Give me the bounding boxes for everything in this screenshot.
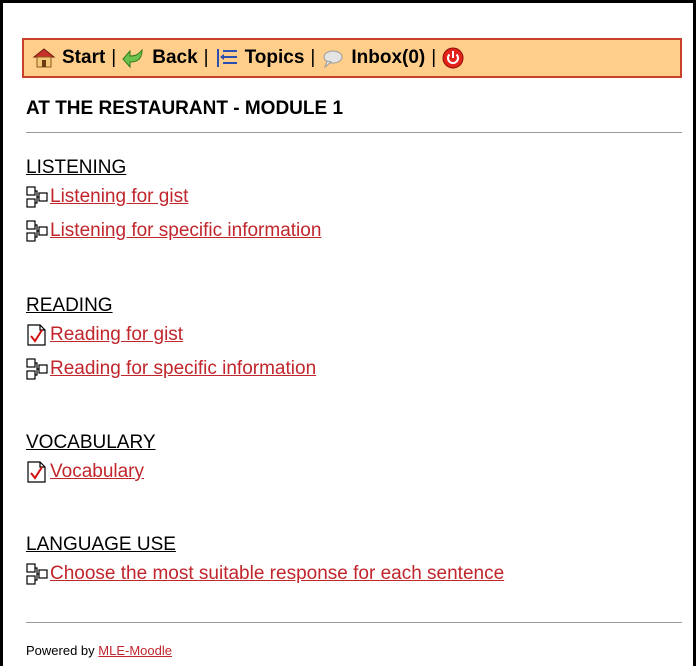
section-heading: READING — [26, 295, 113, 316]
nav-separator: | — [111, 47, 117, 68]
activity-link-reading-gist[interactable]: Reading for gist — [50, 324, 183, 346]
hierarchy-icon — [26, 220, 48, 242]
logout-button[interactable] — [442, 47, 470, 69]
list-item: Reading for specific information — [26, 352, 316, 386]
section-vocabulary: VOCABULARY Vocabulary — [26, 431, 156, 489]
activity-link-listening-gist[interactable]: Listening for gist — [50, 186, 188, 208]
message-bubble-icon — [323, 50, 343, 69]
topics-label: Topics — [244, 47, 305, 68]
divider — [26, 132, 682, 133]
home-icon — [32, 48, 56, 68]
inbox-label: Inbox(0) — [351, 47, 426, 68]
section-heading: LANGUAGE USE — [26, 534, 176, 555]
section-reading: READING Reading for gist Reading for spe… — [26, 294, 316, 386]
hierarchy-icon — [26, 186, 48, 208]
divider — [26, 622, 682, 623]
topics-list-icon — [216, 49, 237, 67]
list-item: Choose the most suitable response for ea… — [26, 557, 504, 591]
page-title: AT THE RESTAURANT - MODULE 1 — [26, 98, 344, 119]
back-link[interactable]: Back — [122, 47, 198, 69]
activity-link-reading-specific[interactable]: Reading for specific information — [50, 358, 316, 380]
nav-separator: | — [431, 47, 437, 68]
back-label: Back — [152, 47, 198, 68]
section-language-use: LANGUAGE USE Choose the most suitable re… — [26, 533, 504, 591]
list-item: Listening for specific information — [26, 214, 321, 248]
activity-link-listening-specific[interactable]: Listening for specific information — [50, 220, 321, 242]
start-link[interactable]: Start — [32, 47, 105, 69]
list-item: Listening for gist — [26, 180, 321, 214]
list-item: Vocabulary — [26, 455, 156, 489]
section-heading: VOCABULARY — [26, 432, 156, 453]
activity-link-vocabulary[interactable]: Vocabulary — [50, 461, 144, 483]
power-icon — [442, 47, 464, 69]
footer: Powered by MLE-Moodle — [26, 643, 172, 658]
inbox-link[interactable]: Inbox(0) — [321, 47, 425, 69]
powered-by-text: Powered by — [26, 643, 95, 658]
mle-moodle-link[interactable]: MLE-Moodle — [98, 643, 172, 658]
topics-link[interactable]: Topics — [215, 47, 305, 69]
checked-document-icon — [27, 461, 46, 483]
hierarchy-icon — [26, 358, 48, 380]
section-heading: LISTENING — [26, 157, 127, 178]
back-arrow-icon — [122, 48, 143, 69]
list-item: Reading for gist — [26, 318, 316, 352]
nav-separator: | — [310, 47, 316, 68]
top-navbar: Start | Back | Topics | Inbox(0) | — [22, 38, 682, 78]
hierarchy-icon — [26, 563, 48, 585]
activity-link-choose-response[interactable]: Choose the most suitable response for ea… — [50, 563, 504, 585]
section-listening: LISTENING Listening for gist Listening f… — [26, 156, 321, 248]
nav-separator: | — [203, 47, 209, 68]
start-label: Start — [62, 47, 106, 68]
checked-document-icon — [27, 324, 46, 346]
